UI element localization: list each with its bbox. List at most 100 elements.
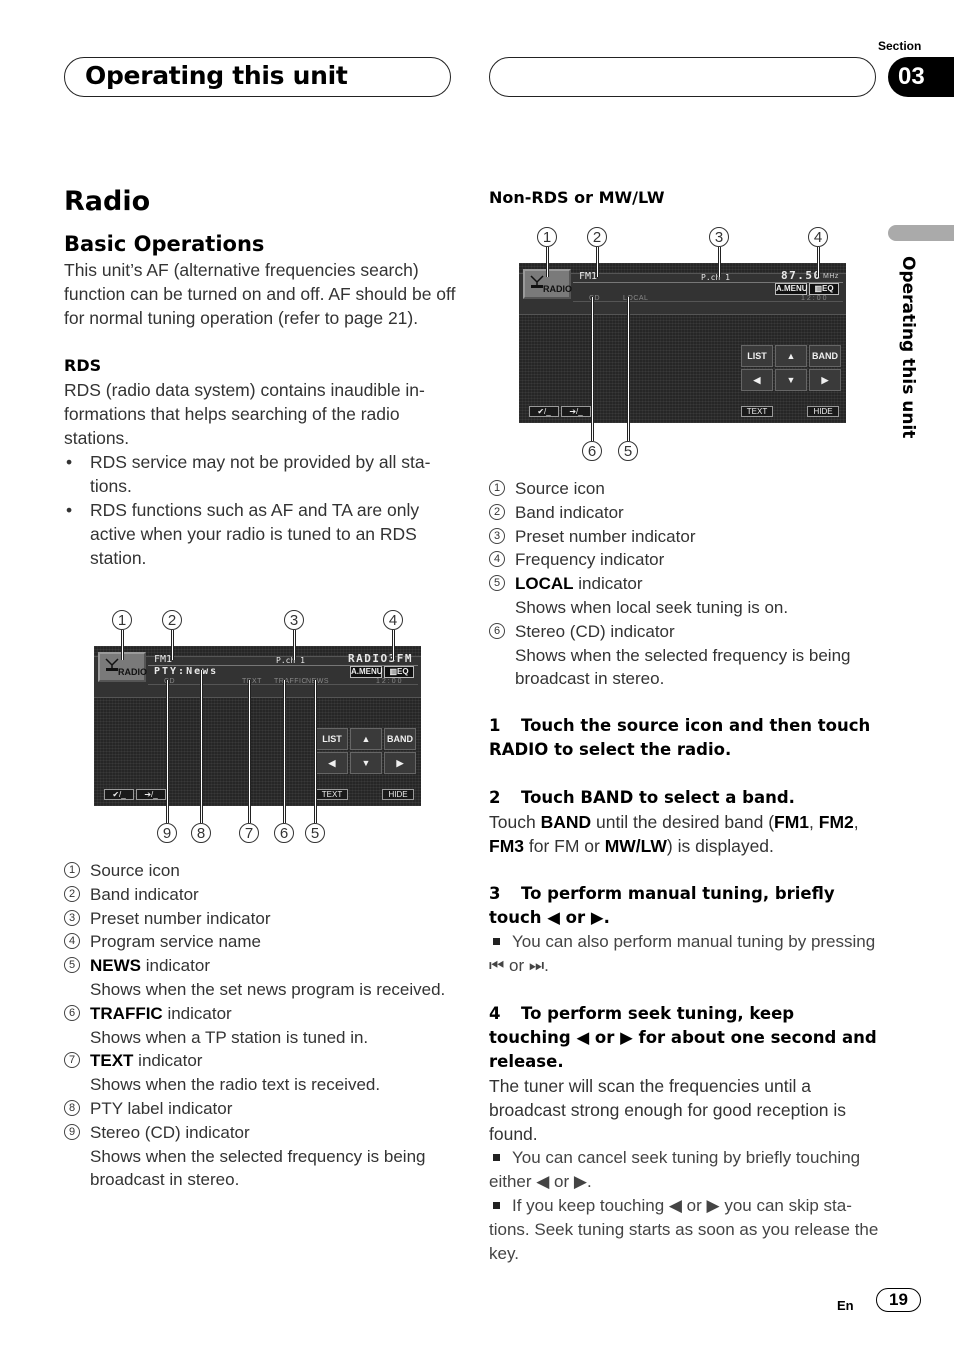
up-button[interactable]: ▲: [350, 728, 382, 750]
preset-recall-button[interactable]: ➔/_: [561, 406, 591, 417]
hide-button[interactable]: HIDE: [807, 406, 839, 417]
callout-2: 2: [587, 227, 607, 247]
legend-desc: Shows when a TP station is tuned in.: [90, 1027, 369, 1047]
side-tab-marker: [888, 225, 954, 241]
step-1-title: 1 Touch the source icon and then touch RA…: [489, 716, 871, 759]
ps-name: RADIO3FM: [348, 652, 413, 665]
right-column: Non-RDS or MW/LW: [489, 186, 881, 210]
leader-line: [627, 297, 630, 441]
list-button[interactable]: LIST: [741, 345, 773, 367]
legend-item: 2 Band indicator: [64, 883, 456, 907]
news-indicator: NEWS: [306, 678, 329, 685]
leader-line: [718, 247, 721, 277]
note-bullet-icon: [493, 1201, 500, 1209]
down-button[interactable]: ▼: [350, 752, 382, 774]
leader-line: [248, 680, 251, 823]
preset-store-button[interactable]: ✔/_: [104, 789, 134, 800]
band-indicator: FM1: [579, 271, 598, 282]
callout-3: 3: [709, 227, 729, 247]
clock: 12:00: [801, 295, 829, 302]
up-button[interactable]: ▲: [775, 345, 807, 367]
step-2-title: 2 Touch BAND to select a band.: [489, 788, 795, 807]
radio-screen-non-rds: RADIO FM1 P.ch 1 87.50 MHz A.MENU ▥EQ CD…: [519, 263, 846, 423]
left-button[interactable]: ◀: [741, 369, 773, 391]
text-run: ,: [809, 812, 819, 832]
text-button[interactable]: TEXT: [741, 406, 773, 417]
right-button[interactable]: ▶: [384, 752, 416, 774]
band-button[interactable]: BAND: [384, 728, 416, 750]
list-button[interactable]: LIST: [316, 728, 348, 750]
leader-line: [121, 630, 124, 660]
leader-line: [293, 630, 296, 660]
frequency-unit: MHz: [823, 273, 839, 280]
legend-item: 1 Source icon: [64, 859, 456, 883]
a-menu-button[interactable]: A.MENU: [775, 283, 808, 295]
hide-button[interactable]: HIDE: [382, 789, 414, 800]
leader-line: [283, 680, 286, 823]
legend-item: 4 Program service name: [64, 930, 456, 954]
callout-6: 6: [274, 823, 294, 843]
text-run: Touch: [489, 812, 541, 832]
header-title: Operating this unit: [85, 61, 348, 90]
leader-line: [171, 630, 174, 660]
legend-item: 5 NEWS indicator: [64, 954, 456, 978]
leader-line: [200, 670, 203, 823]
note-bullet-icon: [493, 1153, 500, 1161]
band-button[interactable]: BAND: [809, 345, 841, 367]
preset-indicator: P.ch 1: [276, 656, 305, 665]
antenna-icon: [530, 275, 544, 288]
callout-4: 4: [383, 610, 403, 630]
header-blank-frame: [489, 57, 876, 97]
language-label: En: [837, 1298, 854, 1313]
legend-desc: Shows when local seek tuning is on.: [515, 597, 789, 617]
a-menu-button[interactable]: A.MENU: [350, 666, 383, 678]
text-run: until the desired band (: [591, 812, 775, 832]
legend-item: 4 Frequency indicator: [489, 548, 881, 572]
text-run: ,: [853, 812, 859, 832]
section-label: Section: [878, 39, 922, 53]
eq-button[interactable]: ▥EQ: [384, 666, 414, 678]
legend-item: 7 TEXT indicator: [64, 1049, 456, 1073]
rds-paragraph: RDS (radio data system) contains inaudib…: [64, 380, 425, 448]
step-2-body: Touch BAND until the desired band (FM1, …: [489, 810, 881, 858]
rds-heading: RDS: [64, 356, 102, 375]
eq-icon: ▥: [389, 667, 397, 676]
leader-line: [596, 247, 599, 277]
down-button[interactable]: ▼: [775, 369, 807, 391]
callout-5: 5: [618, 441, 638, 461]
page-title: Radio: [64, 186, 151, 217]
text-run: for FM or: [524, 836, 605, 856]
bold-term: FM2: [818, 812, 854, 832]
non-rds-legend: 1 Source icon 2 Band indicator 3 Preset num…: [489, 477, 881, 691]
eq-button[interactable]: ▥EQ: [809, 283, 839, 295]
step-4-note: If you keep touching ◀ or ▶ you can skip…: [489, 1196, 879, 1263]
preset-indicator: P.ch 1: [701, 273, 730, 282]
traffic-indicator: TRAFFIC: [274, 678, 308, 685]
band-indicator: FM1: [154, 654, 173, 665]
pty-label: PTY:News: [154, 666, 219, 677]
bold-term: FM3: [489, 836, 524, 856]
leader-line: [166, 680, 169, 823]
non-rds-heading: Non-RDS or MW/LW: [489, 188, 665, 207]
callout-5: 5: [305, 823, 325, 843]
step-3-note: You can also perform manual tuning by pr…: [489, 932, 876, 975]
preset-store-button[interactable]: ✔/_: [529, 406, 559, 417]
step-3-title: 3 To perform manual tuning, briefly touch…: [489, 884, 835, 927]
bullet-item: • RDS service may not be provided by all …: [66, 452, 431, 496]
preset-recall-button[interactable]: ➔/_: [136, 789, 166, 800]
left-button[interactable]: ◀: [316, 752, 348, 774]
legend-item: 9 Stereo (CD) indicator: [64, 1121, 456, 1145]
step-4-title: 4 To perform seek tuning, keep touching ◀…: [489, 1004, 877, 1071]
intro-paragraph: This unit’s AF (alternative frequencies …: [64, 260, 456, 328]
callout-7: 7: [239, 823, 259, 843]
legend-item: 1 Source icon: [489, 477, 881, 501]
steps: 1 Touch the source icon and then touch RA…: [489, 714, 881, 1266]
right-button[interactable]: ▶: [809, 369, 841, 391]
note-bullet-icon: [493, 937, 500, 945]
rds-legend: 1 Source icon 2 Band indicator 3 Preset num…: [64, 859, 456, 1192]
side-tab-label: Operating this unit: [898, 256, 918, 439]
rds-bullets: • RDS service may not be provided by all …: [64, 450, 456, 570]
text-button[interactable]: TEXT: [316, 789, 348, 800]
leader-line: [546, 247, 549, 277]
callout-8: 8: [191, 823, 211, 843]
